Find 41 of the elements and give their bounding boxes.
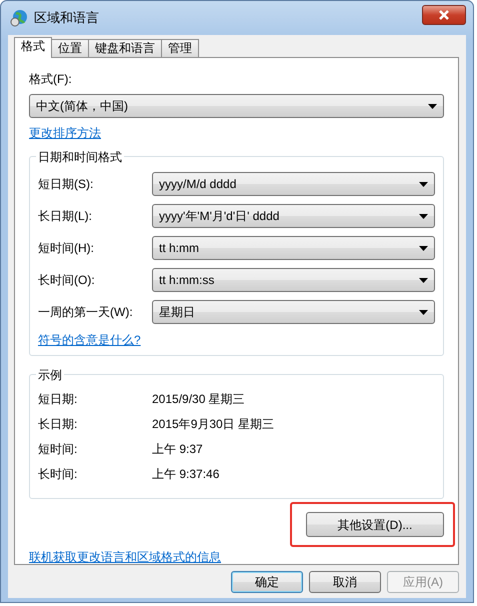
format-dropdown[interactable]: yyyy/M/d dddd [152, 172, 435, 196]
example-label: 长时间: [38, 466, 78, 482]
dropdown-arrow-icon [419, 310, 428, 314]
field-label: 长时间(O): [38, 272, 96, 289]
example-label: 短时间: [38, 440, 78, 458]
dropdown-arrow-icon [419, 246, 428, 250]
field-label: 长日期(L): [38, 208, 93, 225]
close-button[interactable] [422, 5, 466, 25]
format-dropdown[interactable]: 星期日 [152, 300, 435, 324]
field-label: 短时间(H): [38, 240, 95, 257]
field-label: 一周的第一天(W): [38, 304, 134, 321]
format-dropdown[interactable]: tt h:mm:ss [152, 268, 435, 292]
dropdown-arrow-icon [428, 104, 437, 108]
tab[interactable]: 管理 [161, 39, 199, 57]
example-value: 上午 9:37:46 [152, 466, 220, 482]
dialog-button[interactable]: 取消 [309, 571, 381, 593]
example-value: 2015年9月30日 星期三 [152, 416, 274, 432]
example-label: 短日期: [38, 390, 78, 408]
tab[interactable]: 键盘和语言 [88, 39, 162, 57]
online-info-link[interactable]: 联机获取更改语言和区域格式的信息 [29, 550, 221, 564]
format-label: 格式(F): [29, 71, 73, 88]
example-label: 长日期: [38, 416, 78, 432]
close-icon [438, 10, 450, 20]
symbol-help-link[interactable]: 符号的含意是什么? [38, 333, 141, 347]
field-label: 短日期(S): [38, 176, 94, 193]
window-title: 区域和语言 [34, 9, 99, 28]
format-dropdown[interactable]: 中文(简体，中国) [29, 94, 444, 118]
globe-icon [10, 9, 28, 27]
tab[interactable]: 格式 [14, 37, 52, 58]
group-title: 日期和时间格式 [36, 148, 124, 166]
other-settings-button[interactable]: 其他设置(D)... [306, 512, 444, 537]
example-value: 2015/9/30 星期三 [152, 390, 245, 408]
format-dropdown[interactable]: yyyy'年'M'月'd'日' dddd [152, 204, 435, 228]
tab[interactable]: 位置 [51, 39, 89, 57]
example-value: 上午 9:37 [152, 440, 203, 458]
dropdown-arrow-icon [419, 214, 428, 218]
dialog-button[interactable]: 确定 [231, 571, 303, 593]
dropdown-arrow-icon [419, 278, 428, 282]
format-dropdown[interactable]: tt h:mm [152, 236, 435, 260]
sort-method-link[interactable]: 更改排序方法 [29, 126, 101, 140]
dropdown-arrow-icon [419, 182, 428, 186]
